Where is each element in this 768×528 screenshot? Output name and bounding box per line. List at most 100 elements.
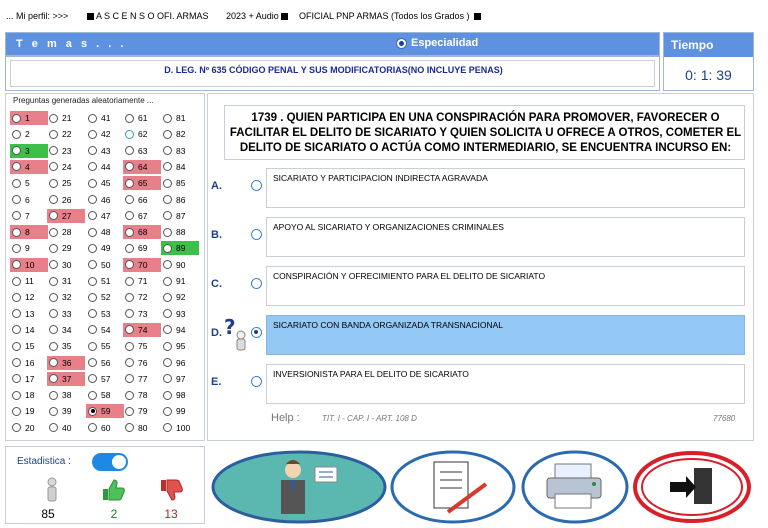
question-cell-89[interactable]: 89 (161, 241, 199, 256)
question-cell-74[interactable]: 74 (123, 322, 161, 337)
option-d-radio[interactable] (251, 327, 262, 338)
question-cell-35[interactable]: 35 (47, 339, 85, 353)
question-cell-84[interactable]: 84 (161, 160, 199, 174)
question-cell-53[interactable]: 53 (86, 307, 124, 321)
question-cell-83[interactable]: 83 (161, 144, 199, 158)
question-cell-81[interactable]: 81 (161, 111, 199, 125)
question-cell-19[interactable]: 19 (10, 404, 48, 418)
option-a-radio[interactable] (251, 180, 262, 191)
question-cell-2[interactable]: 2 (10, 127, 48, 141)
question-cell-6[interactable]: 6 (10, 193, 48, 207)
question-cell-5[interactable]: 5 (10, 176, 48, 190)
question-cell-25[interactable]: 25 (47, 176, 85, 190)
question-cell-77[interactable]: 77 (123, 372, 161, 386)
question-cell-57[interactable]: 57 (86, 372, 124, 386)
question-cell-40[interactable]: 40 (47, 421, 85, 435)
question-cell-26[interactable]: 26 (47, 193, 85, 207)
question-cell-58[interactable]: 58 (86, 388, 124, 402)
option-e-radio[interactable] (251, 376, 262, 387)
question-cell-78[interactable]: 78 (123, 388, 161, 402)
question-cell-32[interactable]: 32 (47, 290, 85, 304)
question-cell-95[interactable]: 95 (161, 339, 199, 353)
option-c-radio[interactable] (251, 278, 262, 289)
question-cell-54[interactable]: 54 (86, 323, 124, 337)
question-cell-68[interactable]: 68 (123, 225, 161, 240)
question-cell-13[interactable]: 13 (10, 307, 48, 321)
question-cell-79[interactable]: 79 (123, 404, 161, 418)
question-cell-96[interactable]: 96 (161, 356, 199, 370)
question-cell-86[interactable]: 86 (161, 193, 199, 207)
question-cell-27[interactable]: 27 (47, 208, 85, 223)
question-cell-93[interactable]: 93 (161, 307, 199, 321)
question-cell-12[interactable]: 12 (10, 290, 48, 304)
question-cell-62[interactable]: 62 (123, 127, 161, 141)
question-cell-24[interactable]: 24 (47, 160, 85, 174)
question-cell-63[interactable]: 63 (123, 144, 161, 158)
question-cell-98[interactable]: 98 (161, 388, 199, 402)
question-cell-16[interactable]: 16 (10, 356, 48, 370)
question-cell-52[interactable]: 52 (86, 290, 124, 304)
question-cell-85[interactable]: 85 (161, 176, 199, 190)
question-cell-97[interactable]: 97 (161, 372, 199, 386)
question-cell-59[interactable]: 59 (86, 404, 124, 419)
question-cell-56[interactable]: 56 (86, 356, 124, 370)
option-d[interactable]: SICARIATO CON BANDA ORGANIZADA TRANSNACI… (266, 315, 745, 355)
question-cell-90[interactable]: 90 (161, 258, 199, 272)
question-cell-11[interactable]: 11 (10, 274, 48, 288)
question-cell-34[interactable]: 34 (47, 323, 85, 337)
question-cell-14[interactable]: 14 (10, 323, 48, 337)
question-cell-1[interactable]: 1 (10, 111, 48, 125)
printer-button[interactable] (521, 450, 629, 524)
question-cell-3[interactable]: 3 (10, 143, 48, 158)
question-cell-43[interactable]: 43 (86, 144, 124, 158)
question-cell-80[interactable]: 80 (123, 421, 161, 435)
especialidad-radio[interactable]: Especialidad (396, 37, 478, 49)
question-cell-67[interactable]: 67 (123, 209, 161, 223)
question-cell-75[interactable]: 75 (123, 339, 161, 353)
question-cell-38[interactable]: 38 (47, 388, 85, 402)
presenter-button[interactable] (211, 450, 387, 524)
question-cell-88[interactable]: 88 (161, 225, 199, 239)
question-cell-46[interactable]: 46 (86, 193, 124, 207)
question-cell-76[interactable]: 76 (123, 356, 161, 370)
question-cell-9[interactable]: 9 (10, 241, 48, 255)
question-cell-99[interactable]: 99 (161, 404, 199, 418)
question-cell-45[interactable]: 45 (86, 176, 124, 190)
stats-toggle[interactable] (92, 453, 128, 471)
question-cell-10[interactable]: 10 (10, 257, 48, 272)
question-cell-48[interactable]: 48 (86, 225, 124, 239)
question-cell-39[interactable]: 39 (47, 404, 85, 418)
question-cell-71[interactable]: 71 (123, 274, 161, 288)
question-cell-82[interactable]: 82 (161, 127, 199, 141)
question-cell-42[interactable]: 42 (86, 127, 124, 141)
question-cell-8[interactable]: 8 (10, 225, 48, 240)
question-cell-37[interactable]: 37 (47, 371, 85, 386)
question-cell-36[interactable]: 36 (47, 355, 85, 370)
question-cell-66[interactable]: 66 (123, 193, 161, 207)
exit-button[interactable] (632, 450, 752, 524)
question-cell-73[interactable]: 73 (123, 307, 161, 321)
option-c[interactable]: CONSPIRACIÓN Y OFRECIMIENTO PARA EL DELI… (266, 266, 745, 306)
question-cell-7[interactable]: 7 (10, 209, 48, 223)
option-b-radio[interactable] (251, 229, 262, 240)
question-cell-65[interactable]: 65 (123, 176, 161, 191)
question-cell-70[interactable]: 70 (123, 257, 161, 272)
question-cell-18[interactable]: 18 (10, 388, 48, 402)
question-cell-33[interactable]: 33 (47, 307, 85, 321)
question-cell-61[interactable]: 61 (123, 111, 161, 125)
exam-sheet-button[interactable] (390, 450, 516, 524)
question-cell-50[interactable]: 50 (86, 258, 124, 272)
question-cell-41[interactable]: 41 (86, 111, 124, 125)
question-cell-21[interactable]: 21 (47, 111, 85, 125)
tema-display[interactable]: D. LEG. Nº 635 CÓDIGO PENAL Y SUS MODIFI… (10, 60, 655, 87)
question-cell-29[interactable]: 29 (47, 241, 85, 255)
question-cell-72[interactable]: 72 (123, 290, 161, 304)
question-cell-64[interactable]: 64 (123, 159, 161, 174)
question-cell-15[interactable]: 15 (10, 339, 48, 353)
option-a[interactable]: SICARIATO Y PARTICIPACION INDIRECTA AGRA… (266, 168, 745, 208)
question-cell-17[interactable]: 17 (10, 372, 48, 386)
question-cell-31[interactable]: 31 (47, 274, 85, 288)
option-e[interactable]: INVERSIONISTA PARA EL DELITO DE SICARIAT… (266, 364, 745, 404)
question-cell-92[interactable]: 92 (161, 290, 199, 304)
question-cell-55[interactable]: 55 (86, 339, 124, 353)
